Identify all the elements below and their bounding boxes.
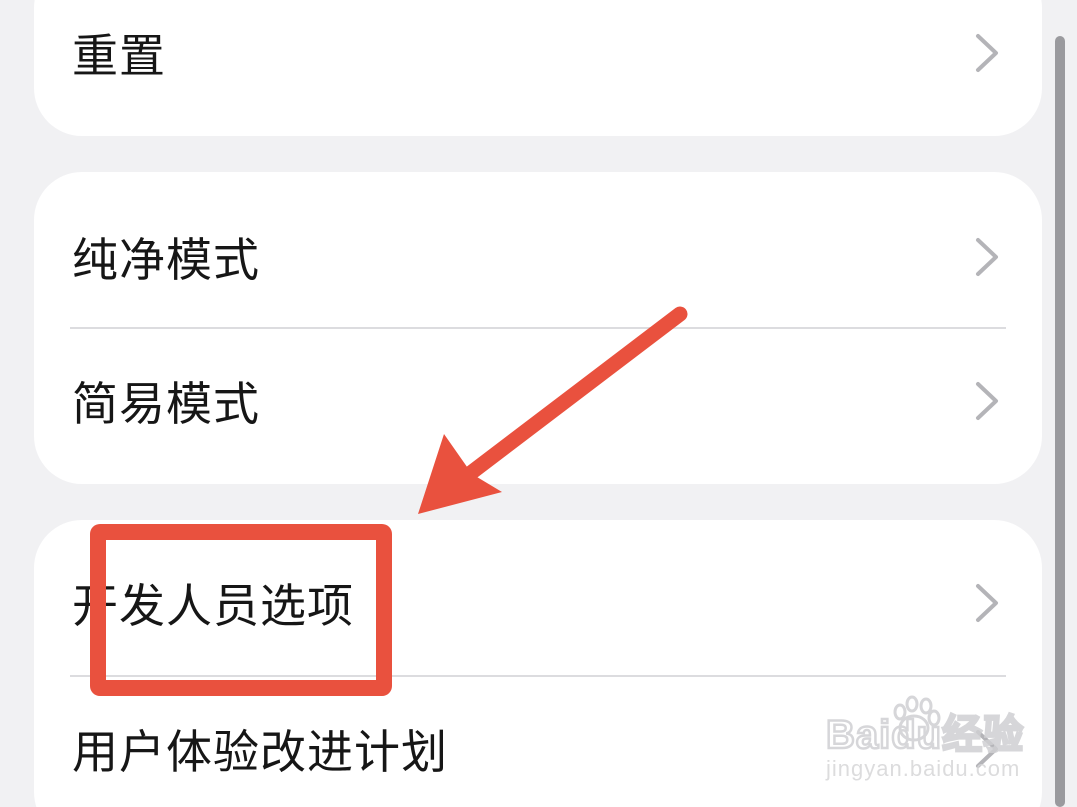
- settings-card-modes: 纯净模式 简易模式: [34, 172, 1042, 484]
- scrollbar[interactable]: [1055, 36, 1065, 807]
- settings-item-ux-improvement[interactable]: 用户体验改进计划: [34, 676, 1042, 807]
- settings-item-developer-options[interactable]: 开发人员选项: [34, 530, 1042, 676]
- settings-item-reset[interactable]: 重置: [34, 0, 1042, 126]
- settings-card-reset: 重置: [34, 0, 1042, 136]
- chevron-right-icon: [976, 730, 998, 768]
- chevron-right-icon: [976, 238, 998, 276]
- chevron-right-icon: [976, 382, 998, 420]
- settings-item-simple-mode[interactable]: 简易模式: [34, 328, 1042, 474]
- settings-item-label: 用户体验改进计划: [72, 725, 448, 779]
- chevron-right-icon: [976, 584, 998, 622]
- settings-item-label: 重置: [72, 29, 166, 83]
- settings-item-label: 开发人员选项: [72, 579, 354, 633]
- settings-item-label: 简易模式: [72, 377, 260, 431]
- settings-item-label: 纯净模式: [72, 233, 260, 287]
- settings-card-developer: 开发人员选项 用户体验改进计划: [34, 520, 1042, 807]
- chevron-right-icon: [976, 34, 998, 72]
- settings-page: 重置 纯净模式 简易模式 开发人员选项 用户体验改进计划 Baidu经验 jin…: [0, 0, 1077, 807]
- settings-item-pure-mode[interactable]: 纯净模式: [34, 184, 1042, 330]
